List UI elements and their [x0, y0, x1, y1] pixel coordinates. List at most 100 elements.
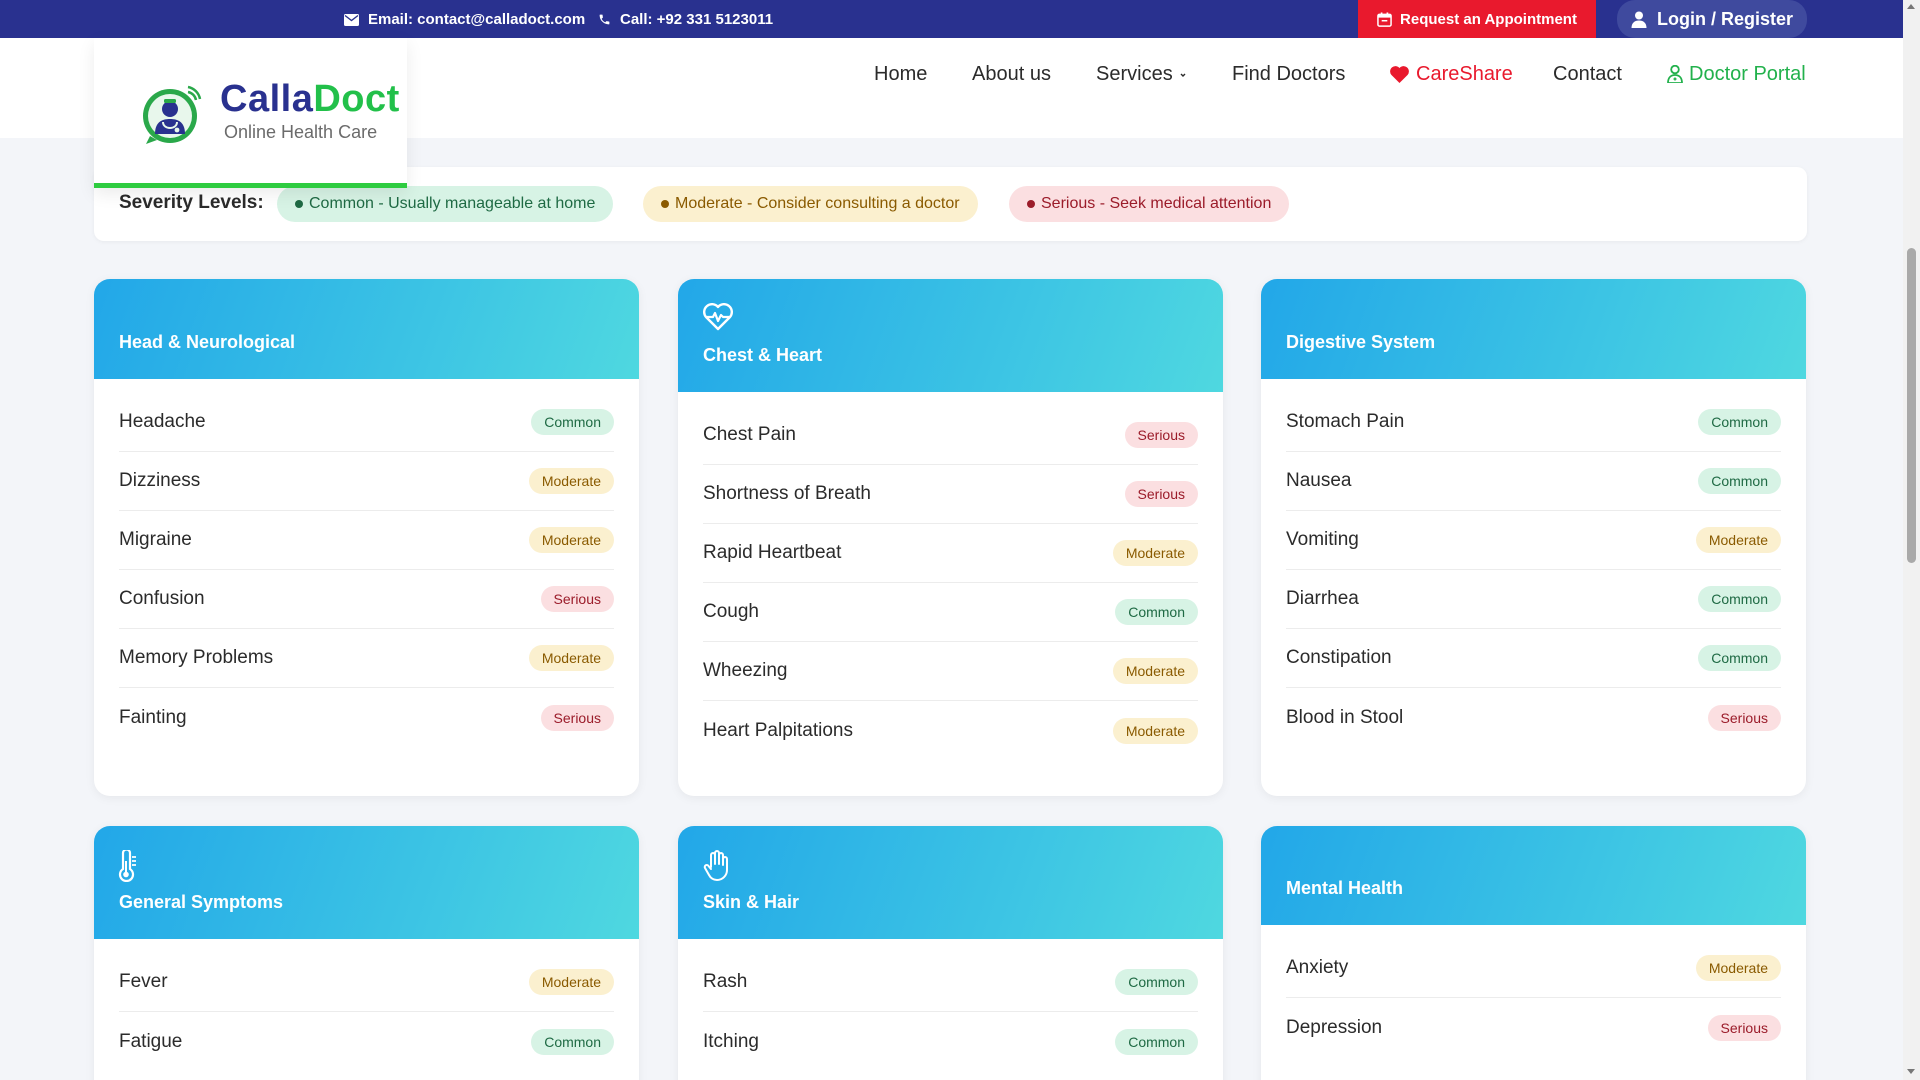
symptom-row[interactable]: Cough Common	[703, 583, 1198, 642]
symptom-name: Constipation	[1286, 647, 1392, 668]
symptom-name: Rash	[703, 971, 748, 992]
symptom-row[interactable]: Blood in Stool Serious	[1286, 688, 1781, 747]
card-header: Skin & Hair	[678, 826, 1223, 939]
symptom-row[interactable]: Nausea Common	[1286, 452, 1781, 511]
envelope-icon	[344, 13, 359, 26]
symptom-name: Fatigue	[119, 1030, 183, 1052]
nav-services[interactable]: Services	[1096, 63, 1187, 86]
card-title: Chest & Heart	[703, 345, 823, 365]
severity-badge: Moderate	[1112, 717, 1198, 744]
brand-tagline: Online Health Care	[224, 122, 378, 142]
severity-badge: Moderate	[528, 645, 614, 671]
brand-name-part2: Doct	[313, 78, 400, 120]
symptom-row[interactable]: Fatigue Common	[119, 1012, 614, 1071]
nav-about[interactable]: About us	[972, 63, 1051, 86]
nav-home[interactable]: Home	[874, 63, 927, 86]
symptom-row[interactable]: Headache Common	[119, 393, 614, 452]
severity-badge: Moderate	[1112, 540, 1198, 566]
nav-contact[interactable]: Contact	[1553, 63, 1622, 86]
severity-badge: Serious	[1124, 422, 1198, 448]
severity-badge: Common	[1115, 599, 1198, 625]
nav-find-doctors[interactable]: Find Doctors	[1232, 63, 1345, 86]
severity-badge: Common	[1698, 645, 1781, 671]
symptom-name: Memory Problems	[119, 647, 274, 668]
nav-services-label: Services	[1096, 62, 1173, 85]
nav-about-label: About us	[972, 62, 1051, 85]
symptom-row[interactable]: Depression Serious	[1286, 998, 1781, 1057]
hand-icon	[703, 850, 728, 881]
severity-badge: Common	[1115, 969, 1198, 995]
severity-badge: Moderate	[528, 969, 614, 995]
symptom-name: Rapid Heartbeat	[703, 542, 842, 563]
symptom-row[interactable]: Wheezing Moderate	[703, 642, 1198, 701]
symptom-row[interactable]: Memory Problems Moderate	[119, 629, 614, 688]
symptom-name: Heart Palpitations	[703, 719, 853, 741]
card-header: General Symptoms	[94, 826, 639, 939]
severity-badge: Serious	[540, 704, 614, 731]
request-appointment-label: Request an Appointment	[1400, 10, 1577, 28]
card-title: Head & Neurological	[119, 332, 296, 352]
severity-common-label: Common - Usually manageable at home	[309, 195, 596, 212]
symptom-row[interactable]: Rapid Heartbeat Moderate	[703, 524, 1198, 583]
email-text: Email: contact@calladoct.com	[368, 11, 586, 28]
scroll-up-arrow-icon[interactable]	[1907, 4, 1915, 9]
phone-contact[interactable]: Call: +92 331 5123011	[598, 11, 773, 28]
severity-badge: Moderate	[528, 527, 614, 553]
severity-badge: Common	[1698, 409, 1781, 435]
severity-badge: Serious	[1707, 1014, 1781, 1041]
symptom-name: Migraine	[119, 529, 192, 550]
symptom-name: Itching	[703, 1030, 759, 1052]
symptom-list: Headache Common Dizziness Moderate Migrain…	[94, 379, 639, 747]
symptom-row[interactable]: Constipation Common	[1286, 629, 1781, 688]
symptom-row[interactable]: Migraine Moderate	[119, 511, 614, 570]
severity-badge: Common	[1115, 1028, 1198, 1055]
symptom-list: Stomach Pain Common Nausea Common Vomiting…	[1261, 379, 1806, 747]
symptom-row[interactable]: Dizziness Moderate	[119, 452, 614, 511]
nav-find-doctors-label: Find Doctors	[1232, 62, 1346, 85]
symptom-row[interactable]: Rash Common	[703, 953, 1198, 1012]
symptom-row[interactable]: Chest Pain Serious	[703, 406, 1198, 465]
scrollbar-thumb[interactable]	[1907, 248, 1916, 563]
phone-icon	[599, 14, 610, 25]
nav-doctor-portal[interactable]: Doctor Portal	[1667, 63, 1806, 86]
category-card-general-symptoms: General Symptoms Fever Moderate Fatigue Co…	[94, 826, 639, 1080]
symptom-row[interactable]: Vomiting Moderate	[1286, 511, 1781, 570]
severity-title: Severity Levels:	[119, 192, 264, 213]
symptom-row[interactable]: Itching Common	[703, 1012, 1198, 1071]
symptom-list: Fever Moderate Fatigue Common	[94, 939, 639, 1071]
category-card-head-neurological: Head & Neurological Headache Common Dizzi…	[94, 279, 639, 796]
nav-home-label: Home	[874, 62, 928, 85]
doctor-icon	[1667, 65, 1683, 83]
symptom-name: Shortness of Breath	[703, 483, 871, 504]
symptom-row[interactable]: Heart Palpitations Moderate	[703, 701, 1198, 760]
symptom-row[interactable]: Anxiety Moderate	[1286, 939, 1781, 998]
symptom-row[interactable]: Confusion Serious	[119, 570, 614, 629]
symptom-list: Anxiety Moderate Depression Serious	[1261, 925, 1806, 1057]
page-scrollbar[interactable]	[1903, 0, 1920, 1080]
category-card-chest-heart: Chest & Heart Chest Pain Serious Shortnes…	[678, 279, 1223, 796]
calendar-icon	[1377, 11, 1392, 27]
symptom-row[interactable]: Fainting Serious	[119, 688, 614, 747]
symptom-row[interactable]: Diarrhea Common	[1286, 570, 1781, 629]
card-header: Chest & Heart	[678, 279, 1223, 392]
request-appointment-button[interactable]: Request an Appointment	[1358, 0, 1596, 38]
symptom-name: Chest Pain	[703, 424, 796, 445]
symptom-name: Fainting	[119, 706, 187, 728]
top-bar: Email: contact@calladoct.com Call: +92 3…	[0, 0, 1903, 38]
nav-careshare[interactable]: CareShare	[1389, 63, 1513, 86]
logo[interactable]: CallaDoct Online Health Care	[94, 38, 407, 188]
brand-name-part1: Calla	[220, 78, 314, 120]
scroll-down-arrow-icon[interactable]	[1907, 1069, 1915, 1074]
login-register-button[interactable]: Login / Register	[1617, 0, 1807, 38]
email-contact[interactable]: Email: contact@calladoct.com	[344, 11, 585, 28]
card-header: Mental Health	[1261, 826, 1806, 925]
symptom-row[interactable]: Shortness of Breath Serious	[703, 465, 1198, 524]
severity-moderate-pill: Moderate - Consider consulting a doctor	[643, 186, 978, 222]
severity-moderate-label: Moderate - Consider consulting a doctor	[675, 195, 960, 212]
chevron-down-icon	[1180, 73, 1186, 77]
card-title: Digestive System	[1286, 332, 1436, 352]
symptom-name: Nausea	[1286, 470, 1352, 491]
dot-icon	[295, 200, 303, 208]
symptom-row[interactable]: Stomach Pain Common	[1286, 393, 1781, 452]
symptom-row[interactable]: Fever Moderate	[119, 953, 614, 1012]
